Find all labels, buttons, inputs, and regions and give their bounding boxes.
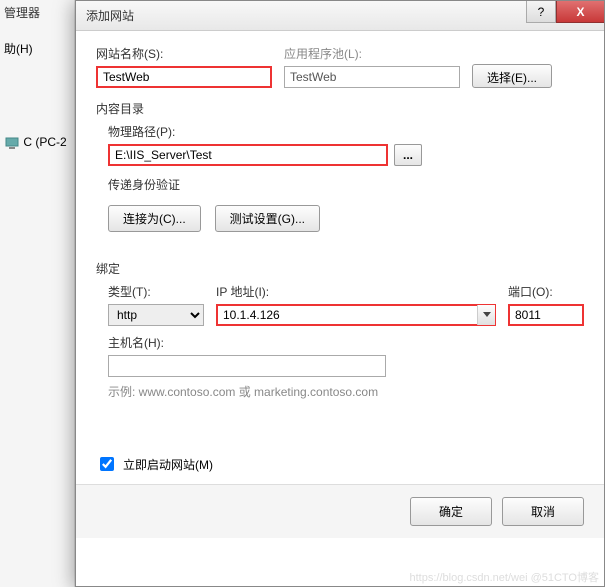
titlebar-help-button[interactable]: ?	[526, 1, 556, 23]
bg-manager-text: 管理器	[0, 0, 74, 25]
dialog-footer: 确定 取消	[76, 484, 604, 538]
port-label: 端口(O):	[508, 283, 584, 300]
hostname-label: 主机名(H):	[108, 334, 584, 351]
hostname-example: 示例: www.contoso.com 或 marketing.contoso.…	[108, 383, 584, 400]
type-label: 类型(T):	[108, 283, 204, 300]
phys-path-input[interactable]	[108, 144, 388, 166]
ok-button[interactable]: 确定	[410, 497, 492, 526]
bg-help-menu[interactable]: 助(H)	[4, 40, 33, 57]
ip-label: IP 地址(I):	[216, 283, 496, 300]
test-settings-button[interactable]: 测试设置(G)...	[215, 205, 320, 232]
site-name-input[interactable]	[96, 66, 272, 88]
close-icon: X	[576, 5, 584, 19]
titlebar-close-button[interactable]: X	[556, 1, 604, 23]
bg-tree-node[interactable]: C (PC-2	[4, 135, 69, 151]
dialog-title: 添加网站	[86, 7, 134, 24]
select-pool-button[interactable]: 选择(E)...	[472, 64, 552, 88]
app-pool-label: 应用程序池(L):	[284, 45, 460, 62]
chevron-down-icon	[483, 312, 491, 318]
dialog-body: 网站名称(S): 应用程序池(L): 选择(E)... 内容目录 物理路径(P)…	[76, 31, 604, 484]
computer-icon	[4, 135, 20, 151]
start-immediately-label: 立即启动网站(M)	[123, 456, 213, 473]
phys-path-label: 物理路径(P):	[108, 123, 584, 140]
content-dir-label: 内容目录	[96, 100, 584, 117]
start-immediately-checkbox[interactable]	[100, 457, 114, 471]
add-website-dialog: 添加网站 ? X 网站名称(S): 应用程序池(L): 选择(E)... 内容目…	[75, 0, 605, 587]
binding-label: 绑定	[96, 260, 584, 277]
ip-input[interactable]	[216, 304, 496, 326]
type-select[interactable]: http	[108, 304, 204, 326]
pass-auth-label: 传递身份验证	[108, 176, 584, 193]
connect-as-button[interactable]: 连接为(C)...	[108, 205, 201, 232]
site-name-label: 网站名称(S):	[96, 45, 272, 62]
app-pool-input	[284, 66, 460, 88]
browse-button[interactable]: ...	[394, 144, 422, 166]
titlebar[interactable]: 添加网站 ? X	[76, 1, 604, 31]
hostname-input[interactable]	[108, 355, 386, 377]
port-input[interactable]	[508, 304, 584, 326]
background-panel: 管理器 助(H) C (PC-2	[0, 0, 75, 587]
cancel-button[interactable]: 取消	[502, 497, 584, 526]
help-icon: ?	[538, 5, 545, 19]
ip-dropdown-button[interactable]	[477, 305, 495, 325]
tree-node-label: C (PC-2	[23, 135, 66, 149]
